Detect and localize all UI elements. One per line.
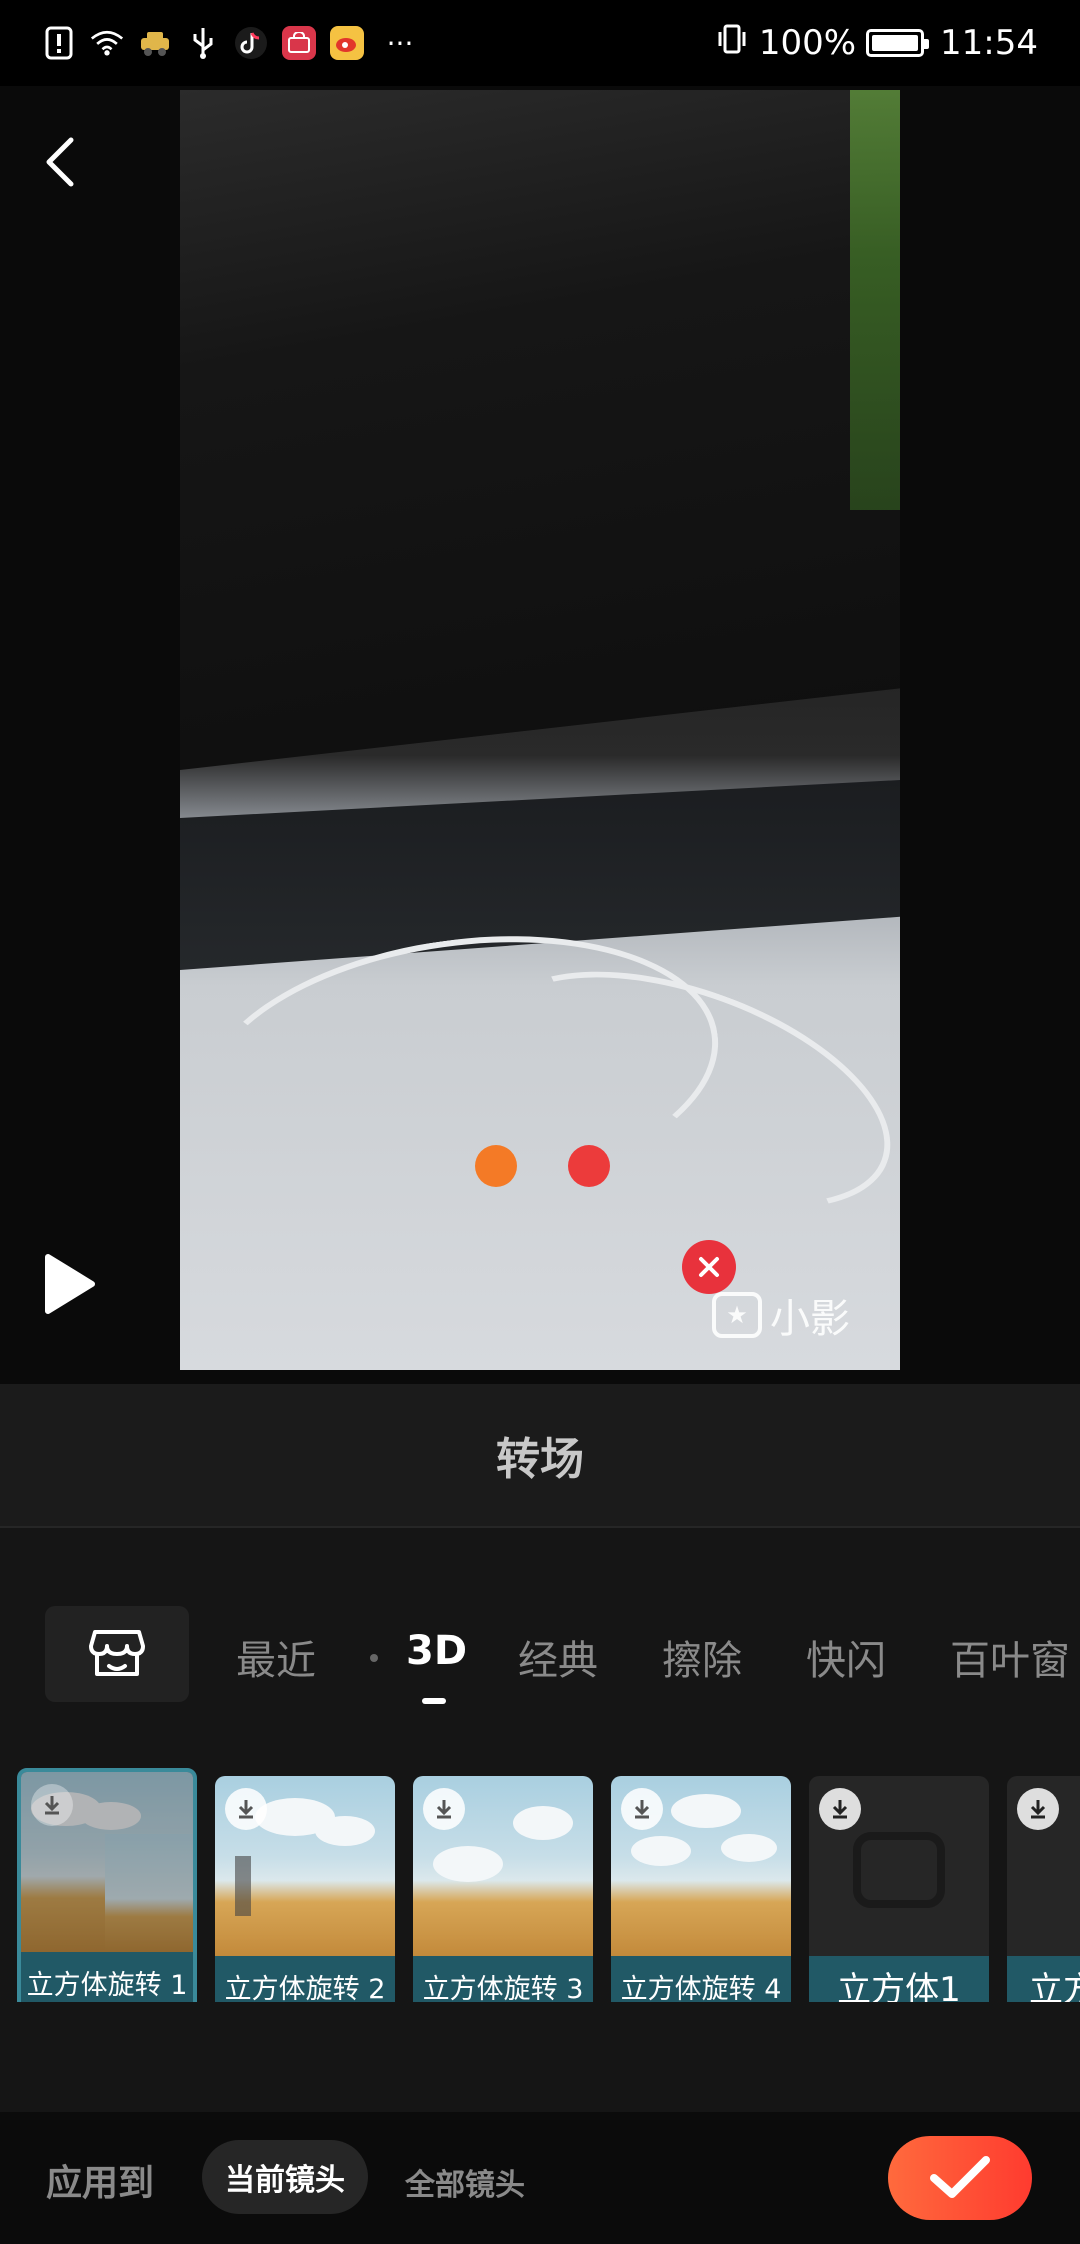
effect-card-cube-rotate-4[interactable]: 立方体旋转 4 — [611, 1776, 791, 2002]
clock: 11:54 — [940, 23, 1038, 63]
battery-icon — [866, 29, 930, 57]
keyframe-marker-orange[interactable] — [475, 1145, 517, 1187]
vibrate-icon — [715, 22, 749, 65]
download-icon — [819, 1788, 861, 1830]
back-button[interactable] — [32, 114, 88, 210]
weibo-icon — [330, 26, 364, 60]
placeholder-logo-icon — [853, 1832, 945, 1908]
monitor-image — [180, 90, 900, 770]
checkmark-icon — [930, 2156, 990, 2198]
status-bar: ··· 100% 11:54 — [0, 0, 1080, 86]
effects-row: 立方体旋转 1 立方体旋转 2 立方体旋转 3 立方体旋转 4 立方体1 立 — [0, 1752, 1080, 2002]
effect-label: 立方体旋转 4 — [611, 1956, 791, 2002]
plant-image — [850, 90, 900, 510]
download-icon — [1017, 1788, 1059, 1830]
watermark: ★ 小影 — [712, 1286, 850, 1344]
close-icon — [699, 1257, 719, 1277]
download-icon — [225, 1788, 267, 1830]
tab-flash[interactable]: 快闪 — [806, 1628, 886, 1686]
usb-icon — [186, 26, 220, 60]
effect-card-cube-rotate-2[interactable]: 立方体旋转 2 — [215, 1776, 395, 2002]
category-tabs: 最近 3D 经典 擦除 快闪 百叶窗 — [0, 1594, 1080, 1704]
taxi-app-icon — [138, 26, 172, 60]
remove-watermark-button[interactable] — [682, 1240, 736, 1294]
confirm-button[interactable] — [888, 2136, 1032, 2220]
tiktok-icon — [234, 26, 268, 60]
effect-label: 立方体旋转 3 — [413, 1956, 593, 2002]
alert-icon — [42, 26, 76, 60]
video-preview[interactable]: ★ 小影 — [180, 90, 900, 1370]
transition-panel: 转场 最近 3D 经典 擦除 快闪 百叶窗 立方体旋转 1 立方体旋转 2 立方… — [0, 1384, 1080, 2244]
effect-label: 立方体旋转 2 — [215, 1956, 395, 2002]
keyframe-marker-red[interactable] — [568, 1145, 610, 1187]
panel-header: 转场 — [0, 1384, 1080, 1528]
effect-card-cube-rotate-1[interactable]: 立方体旋转 1 — [17, 1768, 197, 2002]
panel-title: 转场 — [496, 1434, 584, 1485]
more-notifications-icon: ··· — [386, 26, 414, 60]
tab-blinds[interactable]: 百叶窗 — [950, 1628, 1070, 1686]
store-icon — [89, 1630, 145, 1676]
active-tab-indicator — [422, 1698, 446, 1704]
status-right: 100% 11:54 — [715, 22, 1038, 65]
apply-to-label: 应用到 — [46, 2163, 155, 2204]
tab-recent[interactable]: 最近 — [236, 1628, 316, 1686]
tab-separator-dot — [370, 1654, 378, 1662]
status-left: ··· — [42, 26, 422, 60]
download-icon — [621, 1788, 663, 1830]
download-icon — [423, 1788, 465, 1830]
effect-card-cube-1[interactable]: 立方体1 — [809, 1776, 989, 2002]
play-icon — [45, 1254, 95, 1314]
store-button[interactable] — [45, 1606, 189, 1702]
download-icon — [31, 1784, 73, 1826]
preview-area: ★ 小影 — [0, 86, 1080, 1384]
scope-all-clips-button[interactable]: 全部镜头 — [405, 2160, 525, 2204]
tab-wipe[interactable]: 擦除 — [662, 1628, 742, 1686]
effect-label: 立方体1 — [809, 1956, 989, 2002]
tab-3d[interactable]: 3D — [406, 1628, 467, 1674]
scope-current-clip-button[interactable]: 当前镜头 — [202, 2140, 368, 2214]
chevron-left-icon — [46, 137, 74, 187]
effect-card-cube-rotate-3[interactable]: 立方体旋转 3 — [413, 1776, 593, 2002]
effect-label: 立方 — [1007, 1956, 1080, 2002]
play-button[interactable] — [40, 1251, 100, 1317]
xiaoying-logo-icon: ★ — [712, 1292, 762, 1338]
watermark-text: 小影 — [770, 1296, 850, 1342]
battery-percent: 100% — [758, 23, 857, 63]
wifi-icon — [90, 26, 124, 60]
effect-card-cube-2[interactable]: 立方 — [1007, 1776, 1080, 2002]
tab-classic[interactable]: 经典 — [518, 1628, 598, 1686]
apply-bar: 应用到 当前镜头 全部镜头 — [0, 2112, 1080, 2244]
effect-label: 立方体旋转 1 — [21, 1952, 193, 2002]
shopping-app-icon — [282, 26, 316, 60]
